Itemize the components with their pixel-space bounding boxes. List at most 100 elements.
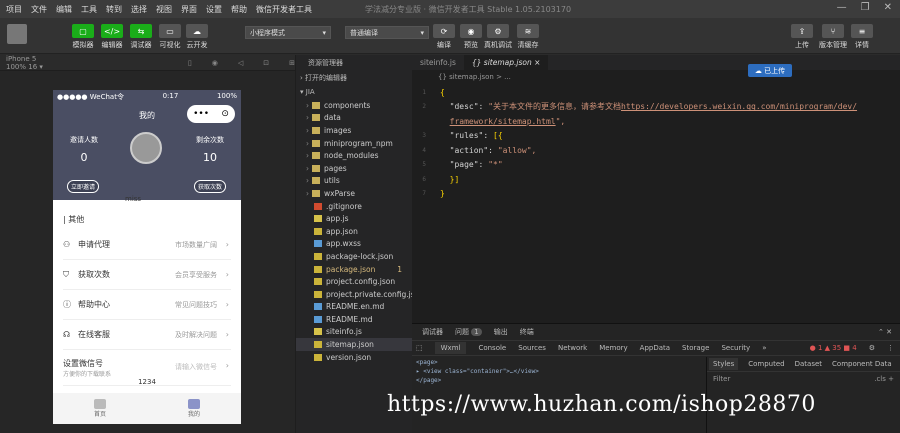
- menu-item[interactable]: 帮助: [231, 4, 247, 15]
- simulator-button[interactable]: ▢ 模拟器: [67, 24, 99, 50]
- tab-debugger[interactable]: 调试器: [422, 327, 443, 337]
- panel-appdata[interactable]: AppData: [640, 344, 670, 352]
- invite-button[interactable]: 立即邀请: [67, 180, 100, 193]
- tab-output[interactable]: 输出: [494, 327, 508, 337]
- file-tree-item[interactable]: app.js: [296, 212, 412, 225]
- file-tree-item[interactable]: › pages: [296, 162, 412, 175]
- compile-select[interactable]: 普通编译 ▾: [345, 26, 429, 39]
- file-tree-item[interactable]: › utils: [296, 175, 412, 188]
- file-tree-item[interactable]: › images: [296, 124, 412, 137]
- tab-issues[interactable]: 问题 1: [455, 327, 482, 337]
- debugger-button[interactable]: ⇆ 调试器: [125, 24, 157, 50]
- tab-dataset[interactable]: Dataset: [795, 360, 822, 368]
- avatar[interactable]: [7, 24, 27, 44]
- inspect-icon[interactable]: ⬚: [416, 344, 423, 352]
- code-content[interactable]: 1{ 2 "desc": "关于本文件的更多信息，请参考文档 https://d…: [412, 85, 900, 201]
- minimize-icon[interactable]: —: [837, 2, 847, 13]
- file-tree-item[interactable]: › wxParse: [296, 187, 412, 200]
- device-debug-button[interactable]: ⚙ 真机调试: [482, 24, 514, 50]
- more-icon[interactable]: •••: [193, 109, 209, 119]
- version-button[interactable]: ⑂ 版本管理: [817, 24, 849, 50]
- list-item[interactable]: ⛉ 获取次数 会员享受服务 ›: [63, 260, 231, 290]
- file-tree-item[interactable]: .gitignore: [296, 200, 412, 213]
- file-tree-item[interactable]: sitemap.json: [296, 338, 412, 351]
- split-icon[interactable]: ⊡: [263, 59, 269, 67]
- file-tree-item[interactable]: package.json 1: [296, 263, 412, 276]
- close-circle-icon[interactable]: ⊙: [221, 109, 229, 119]
- tab-mine[interactable]: 我的: [187, 399, 200, 418]
- menu-item[interactable]: 转到: [106, 4, 122, 15]
- tab-terminal[interactable]: 终端: [520, 327, 534, 337]
- menu-item[interactable]: 文件: [31, 4, 47, 15]
- close-icon[interactable]: ✕: [884, 2, 892, 13]
- file-tree-item[interactable]: siteinfo.js: [296, 326, 412, 339]
- tab-siteinfo[interactable]: siteinfo.js: [412, 55, 464, 70]
- file-name: package.json: [326, 264, 376, 274]
- gear-icon[interactable]: ⚙: [869, 344, 875, 352]
- list-item[interactable]: ⓘ 帮助中心 常见问题技巧 ›: [63, 290, 231, 320]
- tab-computed[interactable]: Computed: [748, 360, 784, 368]
- clear-cache-button[interactable]: ≋ 清缓存: [512, 24, 544, 50]
- panel-console[interactable]: Console: [478, 344, 506, 352]
- editor-button[interactable]: </> 编辑器: [96, 24, 128, 50]
- file-tree-item[interactable]: project.private.config.js...: [296, 288, 412, 301]
- tab-styles[interactable]: Styles: [709, 358, 739, 370]
- details-button[interactable]: ≡ 详情: [846, 24, 878, 50]
- file-tree-item[interactable]: README.en.md: [296, 301, 412, 314]
- rotate-icon[interactable]: ▯: [188, 59, 192, 67]
- avatar[interactable]: [130, 132, 162, 164]
- maximize-icon[interactable]: ❐: [861, 2, 870, 13]
- add-rule-button[interactable]: +: [888, 375, 894, 383]
- file-tree-item[interactable]: › node_modules: [296, 149, 412, 162]
- file-tree-item[interactable]: README.md: [296, 313, 412, 326]
- file-tree-item[interactable]: version.json: [296, 351, 412, 364]
- panel-wxml[interactable]: Wxml: [434, 342, 467, 354]
- styles-filter[interactable]: Filter .cls +: [707, 371, 900, 385]
- list-item[interactable]: ⚇ 申请代理 市场数量广阔 ›: [63, 230, 231, 260]
- device-select[interactable]: iPhone 5 100% 16 ▾: [6, 55, 58, 71]
- wechat-input[interactable]: 请输入微信号: [175, 362, 217, 372]
- chevron-right-icon: ›: [306, 151, 309, 161]
- more-panels-icon[interactable]: »: [762, 344, 766, 352]
- panel-storage[interactable]: Storage: [682, 344, 709, 352]
- menu-item[interactable]: 微信开发者工具: [256, 4, 312, 15]
- open-editors-section[interactable]: › 打开的编辑器: [296, 71, 412, 85]
- volume-icon[interactable]: ◁: [238, 59, 243, 67]
- file-tree-item[interactable]: app.json: [296, 225, 412, 238]
- capsule-menu[interactable]: ••• ⊙: [187, 105, 235, 123]
- tab-home[interactable]: 首页: [93, 399, 106, 418]
- panel-sources[interactable]: Sources: [518, 344, 546, 352]
- cloud-button[interactable]: ☁ 云开发: [181, 24, 213, 50]
- refresh-icon: ⟳: [433, 24, 455, 38]
- tab-component-data[interactable]: Component Data: [832, 360, 892, 368]
- file-tree-item[interactable]: › components: [296, 99, 412, 112]
- menu-item[interactable]: 设置: [206, 4, 222, 15]
- menu-item[interactable]: 项目: [6, 4, 22, 15]
- menu-item[interactable]: 编辑: [56, 4, 72, 15]
- upload-button[interactable]: ⇪ 上传: [786, 24, 818, 50]
- file-tree-item[interactable]: › data: [296, 112, 412, 125]
- file-tree-item[interactable]: project.config.json: [296, 275, 412, 288]
- panel-network[interactable]: Network: [558, 344, 587, 352]
- record-icon[interactable]: ◉: [212, 59, 218, 67]
- file-tree-item[interactable]: package-lock.json: [296, 250, 412, 263]
- menu-item[interactable]: 工具: [81, 4, 97, 15]
- wxml-tree[interactable]: <page> ▸ <view class="container">…</view…: [416, 358, 539, 385]
- menu-item[interactable]: 选择: [131, 4, 147, 15]
- get-count-button[interactable]: 获取次数: [194, 180, 227, 193]
- panel-memory[interactable]: Memory: [599, 344, 627, 352]
- menu-item[interactable]: 界面: [181, 4, 197, 15]
- mode-select[interactable]: 小程序模式 ▾: [245, 26, 331, 39]
- menu-item[interactable]: 视图: [156, 4, 172, 15]
- file-tree-item[interactable]: › miniprogram_npm: [296, 137, 412, 150]
- more-icon[interactable]: ⋮: [887, 344, 894, 352]
- upload-status-badge[interactable]: ☁ 已上传: [748, 64, 792, 77]
- filter-input[interactable]: Filter: [713, 375, 730, 383]
- project-root[interactable]: ▾ JIA: [296, 85, 412, 99]
- file-tree-item[interactable]: app.wxss: [296, 238, 412, 251]
- tab-sitemap[interactable]: {} sitemap.json ×: [463, 55, 549, 70]
- cls-toggle[interactable]: .cls: [874, 375, 886, 383]
- panel-security[interactable]: Security: [721, 344, 750, 352]
- collapse-icon[interactable]: ⌃ ✕: [878, 328, 892, 336]
- list-item[interactable]: ☊ 在线客服 及时解决问题 ›: [63, 320, 231, 350]
